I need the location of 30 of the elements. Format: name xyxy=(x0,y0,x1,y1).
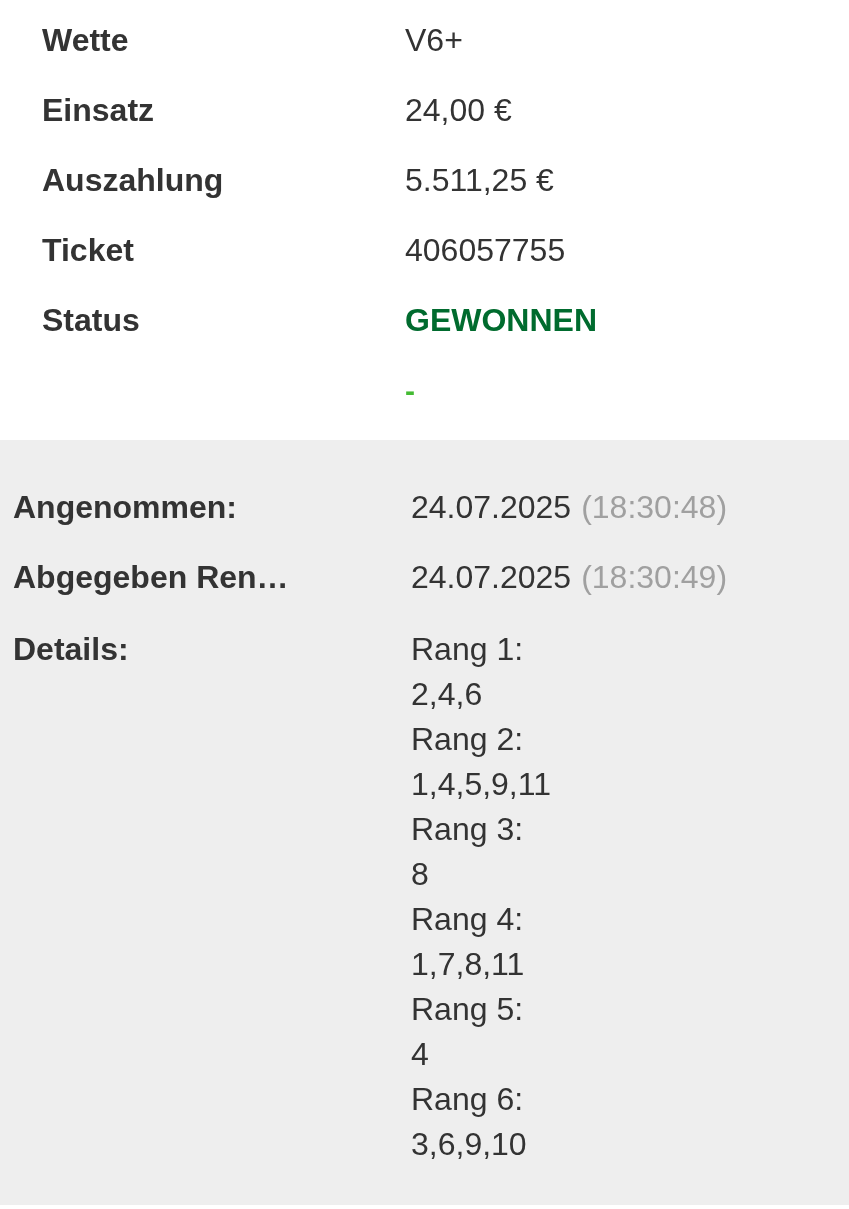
field-value: 5.511,25 € xyxy=(405,161,554,200)
field-value: 24,00 € xyxy=(405,91,512,130)
rank-numbers: 3,6,9,10 xyxy=(411,1125,528,1164)
rank-label: Rang 2: xyxy=(411,720,525,759)
date-value: 24.07.2025 xyxy=(411,488,572,527)
rank-label: Rang 5: xyxy=(411,990,525,1029)
info-label: Angenommen: xyxy=(13,488,238,527)
rank-label: Rang 3: xyxy=(411,810,525,849)
rank-label: Rang 6: xyxy=(411,1080,525,1119)
time-value: (18:30:49) xyxy=(581,558,728,597)
rank-numbers: 1,4,5,9,11 xyxy=(411,765,551,804)
rank-numbers: 8 xyxy=(411,855,430,894)
field-label: Ticket xyxy=(42,231,135,270)
field-label: Einsatz xyxy=(42,91,156,130)
info-label: Details: xyxy=(13,630,130,669)
rank-numbers: 4 xyxy=(411,1035,430,1074)
status-value: GEWONNEN xyxy=(405,301,597,340)
rank-numbers: 2,4,6 xyxy=(411,675,484,714)
rank-label: Rang 4: xyxy=(411,900,525,939)
field-label: Wette xyxy=(42,21,130,60)
status-note: - xyxy=(405,372,415,409)
field-value: V6+ xyxy=(405,21,463,60)
rank-numbers: 1,7,8,11 xyxy=(411,945,526,984)
info-label: Abgegeben Ren… xyxy=(13,558,290,597)
field-label: Status xyxy=(42,301,141,340)
rank-label: Rang 1: xyxy=(411,630,525,669)
field-value: 406057755 xyxy=(405,231,566,270)
field-label: Auszahlung xyxy=(42,161,225,200)
time-value: (18:30:48) xyxy=(581,488,728,527)
date-value: 24.07.2025 xyxy=(411,558,572,597)
